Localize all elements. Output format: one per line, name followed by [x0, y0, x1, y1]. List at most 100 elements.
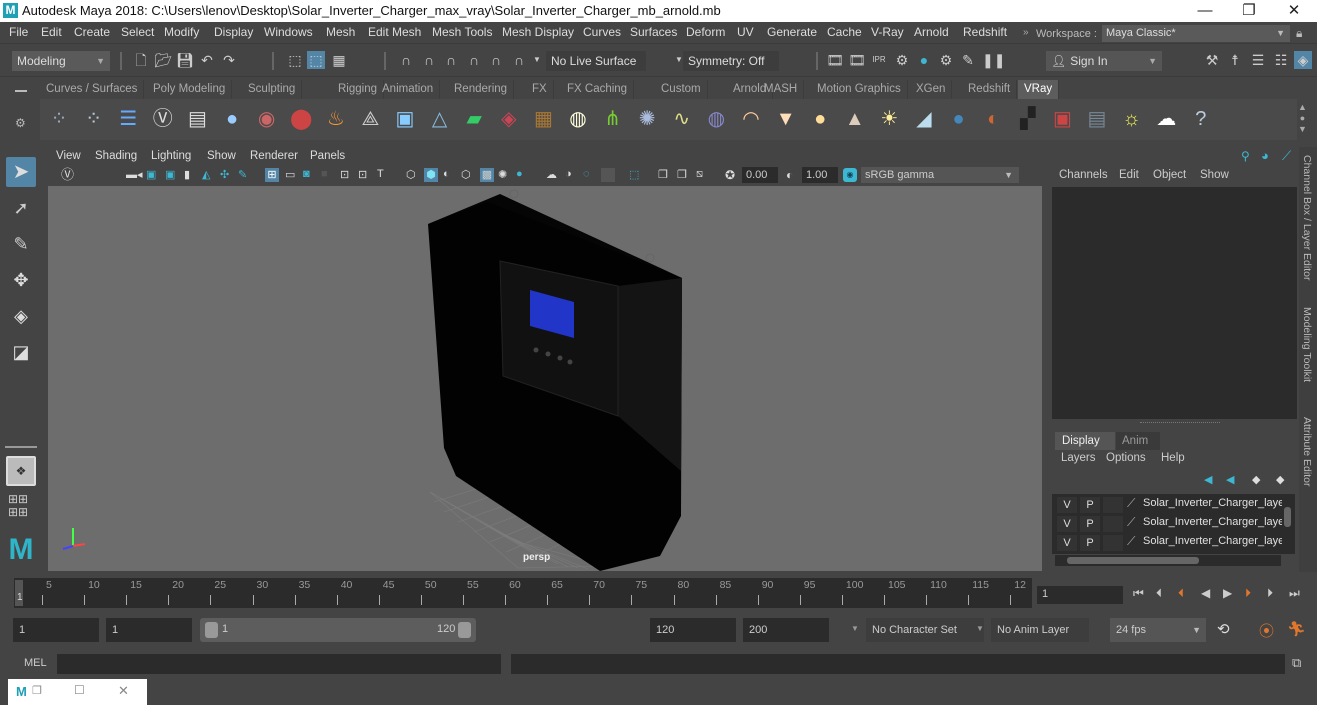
vray-molecule-icon[interactable]: ⬤: [286, 104, 316, 134]
menu-redshift[interactable]: Redshift: [963, 25, 1007, 39]
move-tool-icon[interactable]: ✥: [6, 265, 36, 295]
vray-doc-icon[interactable]: ▤: [182, 104, 212, 134]
camera-icon[interactable]: ▬◂: [126, 168, 143, 182]
vray-spot-light-icon[interactable]: ▼: [771, 104, 801, 134]
snap-grid-icon[interactable]: ∩: [397, 51, 415, 69]
layer-type-toggle[interactable]: [1103, 497, 1123, 513]
exposure-icon[interactable]: ✪: [725, 168, 739, 182]
layer-horizontal-scrollbar[interactable]: [1055, 555, 1281, 566]
layer-vertical-scrollbar[interactable]: [1282, 495, 1293, 553]
cb-menu-channels[interactable]: Channels: [1059, 169, 1108, 181]
current-frame-field[interactable]: 1: [1037, 586, 1123, 604]
snap-edge-icon[interactable]: ∩: [510, 51, 528, 69]
side-tab-channel-box[interactable]: Channel Box / Layer Editor: [1301, 155, 1313, 281]
vray-help-icon[interactable]: ?: [1186, 104, 1216, 134]
vray-sphere-grid-icon[interactable]: ◍: [563, 104, 593, 134]
color-management-icon[interactable]: ◉: [843, 168, 857, 182]
scrollbar-thumb[interactable]: [1067, 557, 1199, 564]
layer-playback-toggle[interactable]: P: [1080, 516, 1100, 532]
vray-material-icon[interactable]: ●: [944, 104, 974, 134]
bookmark-icon[interactable]: ▮: [184, 168, 198, 182]
smooth-shade-icon[interactable]: ⬢: [424, 168, 438, 182]
menu-curves[interactable]: Curves: [583, 25, 621, 39]
vray-frame-buffer-icon[interactable]: ▣: [1047, 104, 1077, 134]
chevron-down-icon[interactable]: ▼: [976, 624, 984, 633]
channel-box-body[interactable]: [1052, 187, 1297, 419]
vray-texture-icon[interactable]: ▦: [528, 104, 558, 134]
layer-color-icon[interactable]: ⟋: [1127, 534, 1135, 549]
new-layer-selected-icon[interactable]: ◆: [1276, 473, 1284, 486]
step-forward-key-icon[interactable]: ⏵︎: [1245, 586, 1251, 601]
shelf-tab-animation[interactable]: Animation: [376, 80, 441, 99]
vray-sphere-light-icon[interactable]: ●: [805, 104, 835, 134]
menu-windows[interactable]: Windows: [264, 25, 313, 39]
viewport-menu-shading[interactable]: Shading: [95, 150, 137, 162]
layer-tab-display[interactable]: Display: [1055, 432, 1115, 450]
select-component-icon[interactable]: ▦: [330, 51, 348, 69]
wireframe-on-shaded-icon[interactable]: ⬡: [461, 168, 475, 182]
range-slider-end-handle[interactable]: [458, 622, 471, 638]
go-to-start-icon[interactable]: ⏮: [1133, 586, 1144, 601]
animation-preferences-icon[interactable]: 🏃︎: [1287, 620, 1306, 638]
move-layer-down-icon[interactable]: ◀: [1226, 473, 1234, 486]
cb-menu-edit[interactable]: Edit: [1119, 169, 1139, 181]
shelf-tab-sculpting[interactable]: Sculpting: [242, 80, 303, 99]
restore-icon[interactable]: ❐: [32, 684, 42, 697]
step-back-frame-icon[interactable]: ⏴︎: [1156, 586, 1162, 601]
vray-plane-icon[interactable]: ◢: [909, 104, 939, 134]
play-forward-icon[interactable]: ▶: [1223, 586, 1232, 600]
2d-pan-zoom-icon[interactable]: ✣: [220, 168, 234, 182]
layer-row[interactable]: V P ⟋ Solar_Inverter_Charger_layer: [1055, 496, 1285, 514]
viewport-menu-view[interactable]: View: [56, 150, 81, 162]
layer-row[interactable]: V P ⟋ Solar_Inverter_Charger_layer: [1055, 515, 1285, 533]
layer-playback-toggle[interactable]: P: [1080, 535, 1100, 551]
maximize-icon[interactable]: ☐: [74, 683, 85, 697]
xray-icon[interactable]: ❐: [658, 168, 672, 182]
vray-toggle-icon[interactable]: Ⓥ: [61, 168, 75, 182]
render-view-icon[interactable]: 🎞︎: [826, 51, 844, 69]
default-material-icon[interactable]: ◐: [443, 168, 457, 182]
snap-surface-icon[interactable]: ∩: [487, 51, 505, 69]
close-icon[interactable]: ✕: [118, 683, 129, 699]
menuset-select[interactable]: Modeling ▼: [12, 51, 110, 71]
channel-box-icon[interactable]: ◈: [1294, 51, 1312, 69]
menu-display[interactable]: Display: [214, 25, 253, 39]
vray-curve-icon[interactable]: ∿: [667, 104, 697, 134]
lasso-tool-icon[interactable]: ➚: [6, 193, 36, 223]
safe-action-icon[interactable]: ⊡: [358, 168, 372, 182]
step-forward-frame-icon[interactable]: ⏵︎: [1267, 586, 1273, 601]
menu-arnold[interactable]: Arnold: [914, 25, 949, 39]
chevron-down-icon[interactable]: ▼: [851, 624, 859, 633]
workspace-select[interactable]: Maya Classic* ▼: [1102, 25, 1290, 42]
fps-select[interactable]: 24 fps ▼: [1110, 618, 1206, 642]
menu-modify[interactable]: Modify: [164, 25, 199, 39]
shelf-tab-xgen[interactable]: XGen: [910, 80, 953, 99]
channel-box-toggle-icon[interactable]: ◕: [1261, 148, 1269, 163]
rotate-tool-icon[interactable]: ◈: [6, 301, 36, 331]
viewport-menu-panels[interactable]: Panels: [310, 150, 345, 162]
viewport-menu-lighting[interactable]: Lighting: [151, 150, 191, 162]
vray-checker-icon[interactable]: ▞: [1013, 104, 1043, 134]
range-slider-start-handle[interactable]: [205, 622, 218, 638]
render-setup-icon[interactable]: ⚙︎: [937, 51, 955, 69]
gamma-icon[interactable]: ◐: [786, 168, 800, 182]
film-gate-icon[interactable]: ▭: [285, 168, 299, 182]
restore-button[interactable]: ❐: [1226, 0, 1272, 22]
redo-icon[interactable]: ↷: [220, 51, 238, 69]
splitter-handle[interactable]: [1140, 422, 1220, 424]
safe-title-icon[interactable]: T: [377, 168, 391, 182]
camera-attributes-icon[interactable]: ▣: [165, 168, 179, 182]
layer-playback-toggle[interactable]: P: [1080, 497, 1100, 513]
image-plane-icon[interactable]: ◭: [202, 168, 216, 182]
animation-end-field[interactable]: 200: [743, 618, 829, 642]
layer-color-icon[interactable]: ⟋: [1127, 515, 1135, 530]
modeling-toolkit-icon[interactable]: ⚒: [1203, 51, 1221, 69]
layer-type-toggle[interactable]: [1103, 535, 1123, 551]
script-editor-icon[interactable]: ⧉: [1292, 655, 1301, 671]
layer-name[interactable]: Solar_Inverter_Charger_layer: [1143, 535, 1283, 547]
scrollbar-thumb[interactable]: [1284, 507, 1291, 527]
hierarchy-icon[interactable]: ⚲: [1241, 149, 1250, 163]
menu-mesh[interactable]: Mesh: [326, 25, 355, 39]
wireframe-icon[interactable]: ⬡: [406, 168, 420, 182]
save-scene-icon[interactable]: 💾︎: [176, 51, 194, 69]
